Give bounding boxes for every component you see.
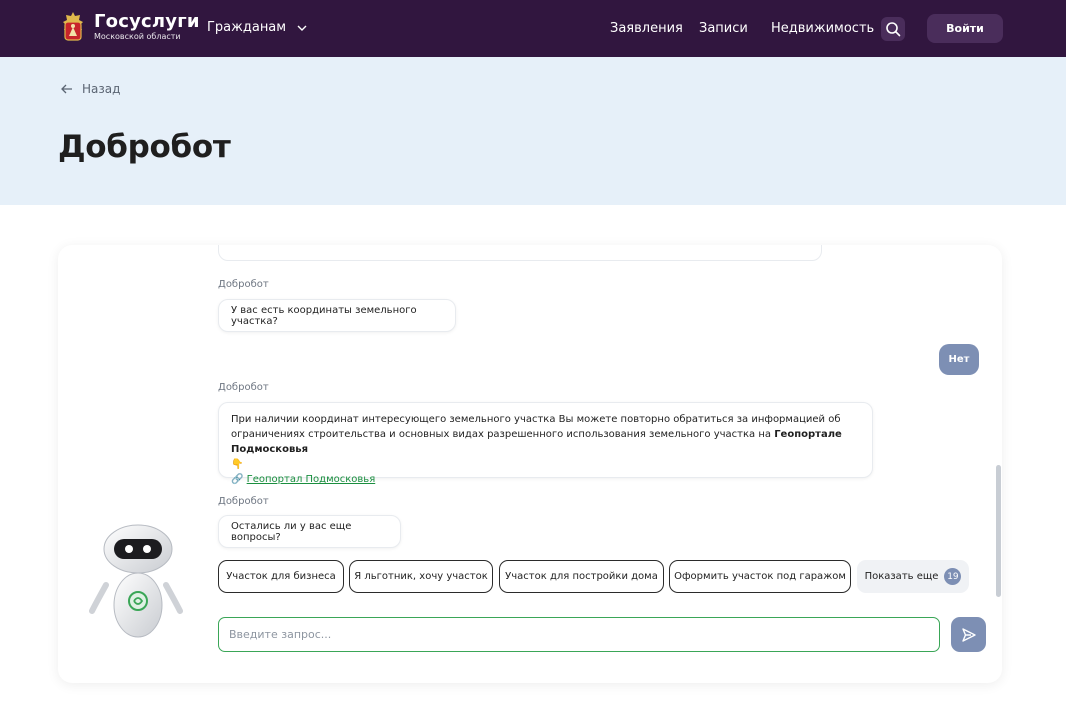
nav-citizens-dropdown[interactable]: Гражданам [207, 20, 308, 35]
show-more-label: Показать еще [864, 571, 939, 582]
link-icon: 🔗 [231, 474, 244, 485]
message-line: При наличии координат интересующего земе… [231, 414, 841, 425]
chat-input-field[interactable] [218, 617, 940, 652]
back-link[interactable]: Назад [60, 82, 120, 96]
nav-citizens-label: Гражданам [207, 20, 287, 35]
quick-reply-chip[interactable]: Оформить участок под гаражом [669, 560, 851, 593]
message-sender: Добробот [218, 496, 269, 507]
chevron-down-icon [297, 25, 307, 31]
chat-scrollbar[interactable] [996, 465, 1001, 597]
quick-reply-chip[interactable]: Участок для постройки дома [499, 560, 664, 593]
bot-message-long: При наличии координат интересующего земе… [218, 402, 873, 485]
top-header: Госуслуги Московской области Гражданам З… [0, 0, 1066, 57]
geoportal-link[interactable]: Геопортал Подмосковья [247, 474, 376, 485]
login-button[interactable]: Войти [927, 14, 1003, 43]
bot-message: У вас есть координаты земельного участка… [218, 299, 456, 332]
gosuslugi-logo[interactable]: Госуслуги Московской области [60, 10, 200, 44]
logo-subtitle: Московской области [94, 32, 181, 41]
message-line-text: ограничениях строительства и основных ви… [231, 429, 771, 440]
bot-message: Остались ли у вас еще вопросы? [218, 515, 401, 548]
previous-message-bubble [218, 245, 822, 261]
nav-applications[interactable]: Заявления [610, 21, 683, 36]
user-message: Нет [939, 344, 979, 375]
geoportal-link-row: 🔗 Геопортал Подмосковья [231, 472, 860, 487]
message-line: ограничениях строительства и основных ви… [231, 427, 860, 457]
search-button[interactable] [881, 17, 905, 41]
page-title: Добробот [58, 129, 231, 165]
message-sender: Добробот [218, 382, 269, 393]
arrow-left-icon [61, 84, 72, 94]
logo-title: Госуслуги [94, 11, 200, 32]
chat-input[interactable] [229, 628, 939, 641]
show-more-count: 19 [944, 568, 962, 585]
nav-real-estate[interactable]: Недвижимость [771, 21, 874, 36]
send-icon [961, 627, 976, 642]
coat-of-arms-icon [63, 12, 83, 41]
robot-mascot-icon [89, 524, 183, 638]
back-label: Назад [82, 82, 121, 96]
search-icon [886, 22, 901, 37]
show-more-button[interactable]: Показать еще 19 [857, 560, 969, 593]
point-down-emoji: 👇 [231, 459, 244, 470]
message-sender: Добробот [218, 279, 269, 290]
nav-appointments[interactable]: Записи [699, 21, 748, 36]
send-button[interactable] [951, 617, 986, 652]
quick-reply-chip[interactable]: Участок для бизнеса [218, 560, 344, 593]
quick-reply-chip[interactable]: Я льготник, хочу участок [349, 560, 493, 593]
chat-window: Добробот У вас есть координаты земельног… [58, 245, 1002, 683]
page-hero: Назад Добробот [0, 57, 1066, 205]
